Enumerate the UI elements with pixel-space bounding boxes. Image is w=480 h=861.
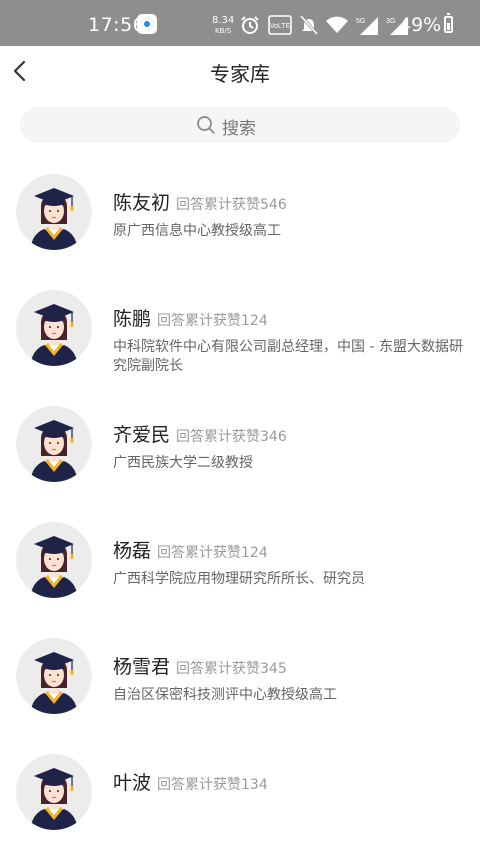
network-speed-value: 8.34 <box>212 15 235 26</box>
avatar <box>16 290 92 366</box>
avatar <box>16 754 92 830</box>
mute-bell-icon <box>300 15 318 35</box>
expert-likes-stat: 回答累计获赞134 <box>157 777 268 793</box>
expert-name-line: 杨磊 回答累计获赞124 <box>113 536 268 563</box>
expert-name: 齐爱民 <box>113 424 171 446</box>
app-notification-icon <box>137 14 157 34</box>
expert-title: 广西科学院应用物理研究所所长、研究员 <box>113 571 365 587</box>
expert-likes-stat: 回答累计获赞124 <box>157 545 268 561</box>
volte-label: VoLTE <box>270 23 291 30</box>
page-title: 专家库 <box>210 62 270 86</box>
avatar <box>16 174 92 250</box>
status-icons: VoLTE 5G 3G <box>240 14 408 36</box>
wifi-icon <box>326 16 348 33</box>
graduate-avatar-icon <box>30 420 78 482</box>
expert-likes-stat: 回答累计获赞346 <box>176 429 287 445</box>
expert-name-line: 齐爱民 回答累计获赞346 <box>113 420 287 447</box>
signal-3g-label: 3G <box>386 18 395 25</box>
alarm-icon <box>241 16 259 34</box>
signal-5g-icon: 5G <box>356 17 378 35</box>
expert-item[interactable]: 叶波 回答累计获赞134 <box>0 745 480 861</box>
expert-name-line: 叶波 回答累计获赞134 <box>113 768 268 795</box>
network-speed-unit: KB/S <box>215 27 232 35</box>
avatar <box>16 406 92 482</box>
header-bar: 专家库 <box>0 46 480 96</box>
expert-title: 中科院软件中心有限公司副总经理，中国 - 东盟大数据研究院副院长 <box>113 339 463 374</box>
graduate-avatar-icon <box>30 768 78 830</box>
expert-name: 杨雪君 <box>113 656 171 678</box>
expert-item[interactable]: 杨磊 回答累计获赞124 广西科学院应用物理研究所所长、研究员 <box>0 513 480 629</box>
expert-name: 叶波 <box>113 772 152 794</box>
network-speed: 8.34 KB/S <box>212 15 234 37</box>
expert-likes-stat: 回答累计获赞124 <box>157 313 268 329</box>
expert-title: 广西民族大学二级教授 <box>113 455 253 471</box>
expert-name: 杨磊 <box>113 540 152 562</box>
graduate-avatar-icon <box>30 536 78 598</box>
status-bar: 17:56 8.34 KB/S VoLTE 5G 3G 49% <box>0 0 480 46</box>
battery-percent: 49% <box>399 14 442 36</box>
graduate-avatar-icon <box>30 652 78 714</box>
expert-likes-stat: 回答累计获赞546 <box>176 197 287 213</box>
expert-item[interactable]: 陈鹏 回答累计获赞124 中科院软件中心有限公司副总经理，中国 - 东盟大数据研究… <box>0 281 480 397</box>
expert-item[interactable]: 陈友初 回答累计获赞546 原广西信息中心教授级高工 <box>0 165 480 281</box>
expert-name: 陈鹏 <box>113 308 152 330</box>
graduate-avatar-icon <box>30 304 78 366</box>
expert-item[interactable]: 齐爱民 回答累计获赞346 广西民族大学二级教授 <box>0 397 480 513</box>
expert-title: 自治区保密科技测评中心教授级高工 <box>113 687 337 703</box>
signal-5g-label: 5G <box>356 18 365 25</box>
graduate-avatar-icon <box>30 188 78 250</box>
expert-name-line: 陈鹏 回答累计获赞124 <box>113 304 268 331</box>
expert-name: 陈友初 <box>113 192 171 214</box>
expert-likes-stat: 回答累计获赞345 <box>176 661 287 677</box>
volte-icon: VoLTE <box>268 15 292 35</box>
expert-title: 原广西信息中心教授级高工 <box>113 223 281 239</box>
expert-item[interactable]: 杨雪君 回答累计获赞345 自治区保密科技测评中心教授级高工 <box>0 629 480 745</box>
search-placeholder: 搜索 <box>222 119 256 139</box>
expert-name-line: 陈友初 回答累计获赞546 <box>113 188 287 215</box>
avatar <box>16 638 92 714</box>
battery-icon <box>444 13 453 33</box>
expert-list: 陈友初 回答累计获赞546 原广西信息中心教授级高工 陈鹏 回答累计获赞124 … <box>0 165 480 861</box>
expert-name-line: 杨雪君 回答累计获赞345 <box>113 652 287 679</box>
search-icon <box>197 116 215 134</box>
search-input[interactable]: 搜索 <box>20 107 460 143</box>
avatar <box>16 522 92 598</box>
